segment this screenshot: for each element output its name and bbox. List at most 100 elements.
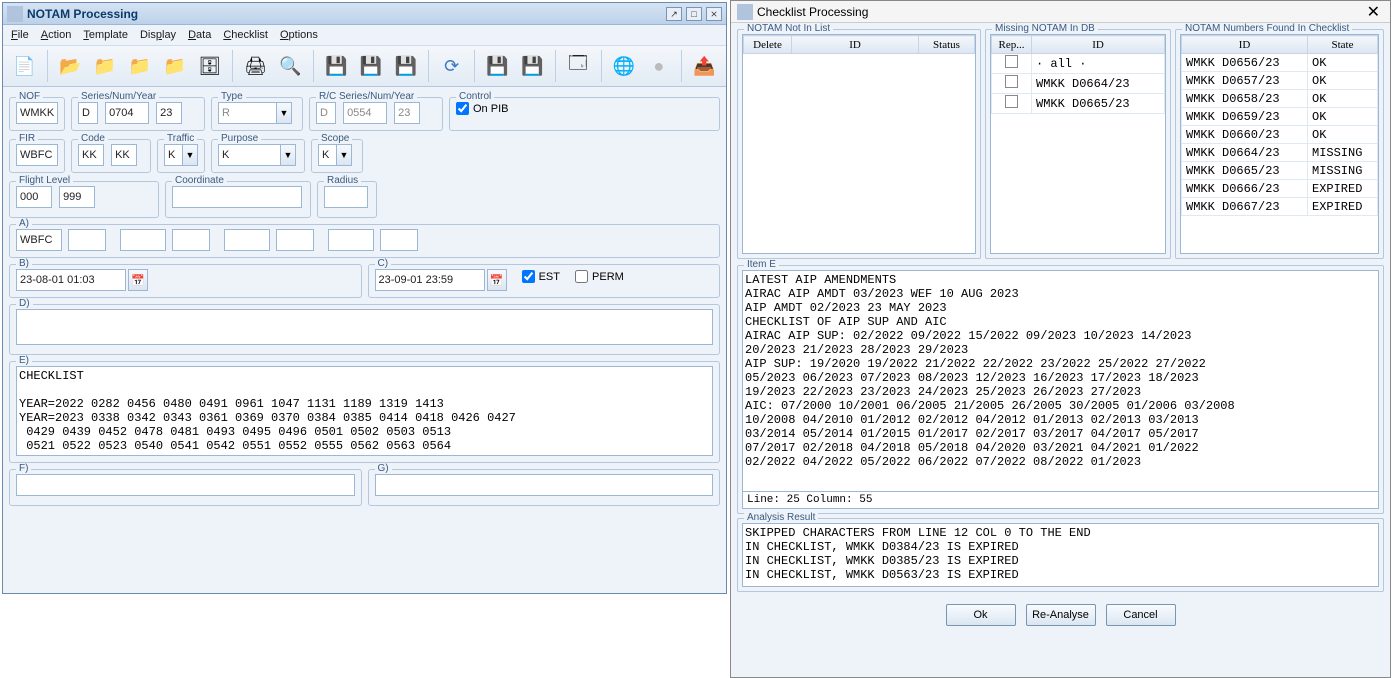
row-checkbox[interactable]	[1005, 75, 1018, 88]
table-row[interactable]: WMKK D0664/23MISSING	[1182, 144, 1378, 162]
folder-in-icon[interactable]: 📁	[90, 49, 121, 83]
fl-to-input[interactable]: 999	[59, 186, 95, 208]
coordinate-input[interactable]	[172, 186, 302, 208]
purpose-select[interactable]: K▼	[218, 144, 296, 166]
a6-input[interactable]	[276, 229, 314, 251]
chevron-down-icon[interactable]: ▼	[336, 144, 352, 166]
g-input[interactable]	[375, 474, 714, 496]
table-row[interactable]: WMKK D0656/23OK	[1182, 54, 1378, 72]
type-select[interactable]: R▼	[218, 102, 292, 124]
menu-options[interactable]: Options	[280, 29, 318, 41]
e-textarea[interactable]: CHECKLIST YEAR=2022 0282 0456 0480 0491 …	[16, 366, 713, 456]
a5-input[interactable]	[224, 229, 270, 251]
search-icon[interactable]: 🔍	[275, 49, 306, 83]
a8-input[interactable]	[380, 229, 418, 251]
series-letter-input[interactable]: D	[78, 102, 98, 124]
onpib-checkbox[interactable]: On PIB	[456, 102, 508, 115]
row-checkbox[interactable]	[1005, 55, 1018, 68]
folder-forward-icon[interactable]: 📁	[159, 49, 190, 83]
nof-input[interactable]: WMKK	[16, 102, 58, 124]
menu-checklist[interactable]: Checklist	[223, 29, 268, 41]
menu-display[interactable]: Display	[140, 29, 176, 41]
globe-icon[interactable]: 🌐	[608, 49, 639, 83]
circle-disabled-icon[interactable]: ●	[643, 49, 674, 83]
missing-table[interactable]: Rep... ID · all ·WMKK D0664/23WMKK D0665…	[990, 34, 1166, 254]
row-checkbox[interactable]	[1005, 95, 1018, 108]
fir-input[interactable]: WBFC	[16, 144, 58, 166]
reanalyse-button[interactable]: Re-Analyse	[1026, 604, 1096, 626]
series-year-input[interactable]: 23	[156, 102, 182, 124]
f-input[interactable]	[16, 474, 355, 496]
view-icon[interactable]: 🗔	[563, 49, 594, 83]
series-num-input[interactable]: 0704	[105, 102, 149, 124]
table-row[interactable]: WMKK D0660/23OK	[1182, 126, 1378, 144]
menu-template[interactable]: Template	[83, 29, 128, 41]
analysis-text[interactable]: SKIPPED CHARACTERS FROM LINE 12 COL 0 TO…	[742, 523, 1379, 587]
a3-input[interactable]	[120, 229, 166, 251]
save-green-icon[interactable]: 💾	[321, 49, 352, 83]
iteme-text[interactable]: LATEST AIP AMENDMENTS AIRAC AIP AMDT 03/…	[742, 270, 1379, 492]
open-folder-icon[interactable]: 📂	[55, 49, 86, 83]
save-in-icon[interactable]: 💾	[356, 49, 387, 83]
export-icon[interactable]: 📤	[689, 49, 720, 83]
d-textarea[interactable]	[16, 309, 713, 345]
save-out-icon[interactable]: 💾	[390, 49, 421, 83]
label-a: A)	[16, 218, 32, 229]
close-icon[interactable]: ⨯	[706, 7, 722, 21]
printer-icon[interactable]: 🖨	[240, 49, 271, 83]
found-table[interactable]: ID State WMKK D0656/23OKWMKK D0657/23OKW…	[1180, 34, 1379, 254]
calendar-icon[interactable]: 📅	[128, 269, 148, 291]
chevron-down-icon[interactable]: ▼	[276, 102, 292, 124]
label-c: C)	[375, 258, 392, 269]
table-row[interactable]: WMKK D0665/23MISSING	[1182, 162, 1378, 180]
perm-checkbox[interactable]: PERM	[575, 270, 624, 283]
b-datetime-input[interactable]: 23-08-01 01:03	[16, 269, 126, 291]
est-checkbox[interactable]: EST	[522, 270, 560, 283]
c-datetime-input[interactable]: 23-09-01 23:59	[375, 269, 485, 291]
label-f: F)	[16, 463, 31, 474]
code2-input[interactable]: KK	[111, 144, 137, 166]
notinlist-table[interactable]: Delete ID Status	[742, 34, 976, 254]
cancel-button[interactable]: Cancel	[1106, 604, 1176, 626]
label-series: Series/Num/Year	[78, 91, 159, 102]
a1-input[interactable]: WBFC	[16, 229, 62, 251]
table-row[interactable]: WMKK D0665/23	[992, 94, 1165, 114]
traffic-select[interactable]: K▼	[164, 144, 198, 166]
maximize-icon[interactable]: □	[686, 7, 702, 21]
table-row[interactable]: WMKK D0666/23EXPIRED	[1182, 180, 1378, 198]
menu-data[interactable]: Data	[188, 29, 211, 41]
a7-input[interactable]	[328, 229, 374, 251]
detach-icon[interactable]: ↗	[666, 7, 682, 21]
database-icon[interactable]: 🗄	[194, 49, 225, 83]
close-icon[interactable]: ✕	[1363, 2, 1384, 22]
table-row[interactable]: WMKK D0664/23	[992, 74, 1165, 94]
table-row[interactable]: WMKK D0659/23OK	[1182, 108, 1378, 126]
save-ref-icon[interactable]: 💾	[517, 49, 548, 83]
code1-input[interactable]: KK	[78, 144, 104, 166]
rc-letter-input[interactable]: D	[316, 102, 336, 124]
folder-out-icon[interactable]: 📁	[125, 49, 156, 83]
scope-select[interactable]: K▼	[318, 144, 352, 166]
section-analysis: Analysis Result	[744, 512, 818, 523]
chevron-down-icon[interactable]: ▼	[280, 144, 296, 166]
menu-file[interactable]: File	[11, 29, 29, 41]
refresh-icon[interactable]: ⟳	[436, 49, 467, 83]
chevron-down-icon[interactable]: ▼	[182, 144, 198, 166]
a2-input[interactable]	[68, 229, 106, 251]
table-row[interactable]: · all ·	[992, 54, 1165, 74]
new-doc-icon[interactable]: 📄	[9, 49, 40, 83]
save-disk-icon[interactable]: 💾	[482, 49, 513, 83]
table-row[interactable]: WMKK D0667/23EXPIRED	[1182, 198, 1378, 216]
menu-action[interactable]: Action	[41, 29, 72, 41]
checklist-window: Checklist Processing ✕ NOTAM Not In List…	[730, 0, 1391, 678]
section-notinlist: NOTAM Not In List	[744, 23, 833, 34]
calendar-icon[interactable]: 📅	[487, 269, 507, 291]
a4-input[interactable]	[172, 229, 210, 251]
fl-from-input[interactable]: 000	[16, 186, 52, 208]
table-row[interactable]: WMKK D0658/23OK	[1182, 90, 1378, 108]
ok-button[interactable]: Ok	[946, 604, 1016, 626]
radius-input[interactable]	[324, 186, 368, 208]
table-row[interactable]: WMKK D0657/23OK	[1182, 72, 1378, 90]
rc-num-input[interactable]: 0554	[343, 102, 387, 124]
rc-year-input[interactable]: 23	[394, 102, 420, 124]
